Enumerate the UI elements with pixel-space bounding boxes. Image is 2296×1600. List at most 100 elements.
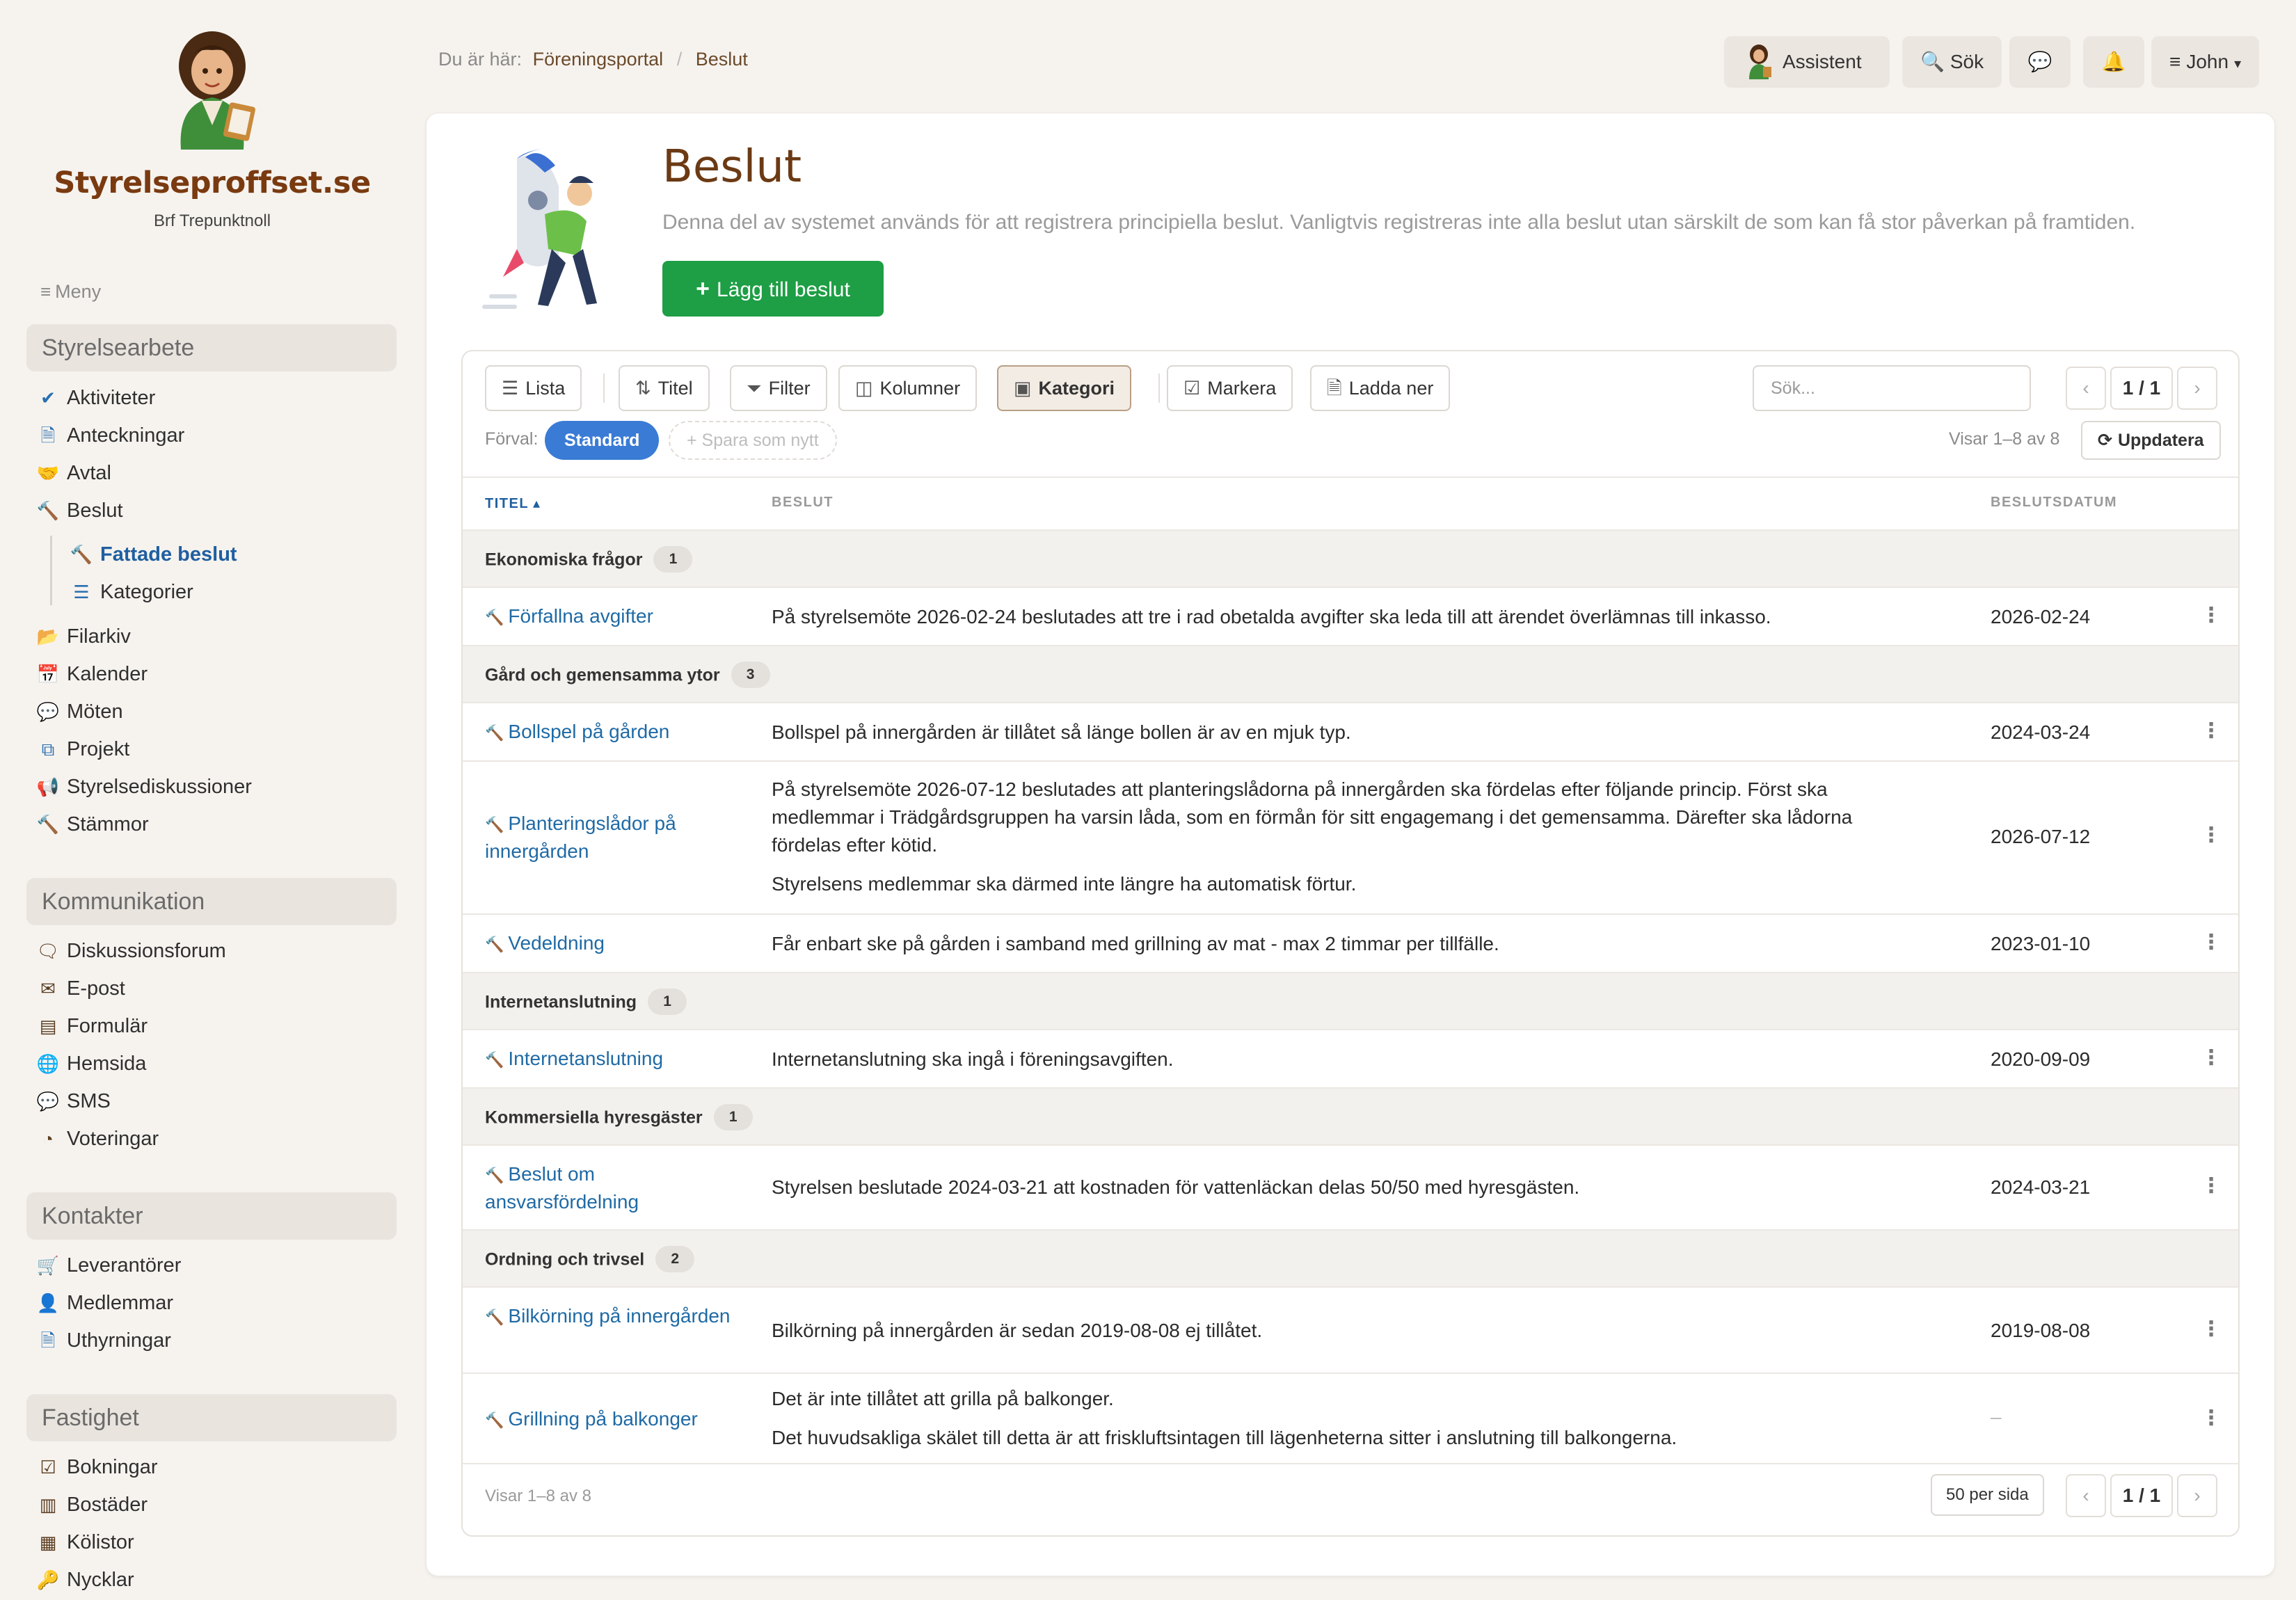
table-row[interactable]: 🔨 Bilkörning på innergården Bilkörning på… (463, 1288, 2238, 1374)
row-menu-icon[interactable]: ⋮ (2201, 603, 2222, 627)
brand-name[interactable]: Styrelseproffset.se (0, 166, 424, 200)
row-menu-icon[interactable]: ⋮ (2201, 1317, 2222, 1341)
group-row[interactable]: Gård och gemensamma ytor 3 (463, 646, 2238, 703)
table-row[interactable]: 🔨 Beslut om ansvarsfördelning Styrelsen b… (463, 1146, 2238, 1231)
row-decision: Får enbart ske på gården i samband med g… (772, 930, 1927, 958)
sidebar-item-aktiviteter[interactable]: ✔ Aktiviteter (36, 381, 155, 415)
section-kommunikation[interactable]: Kommunikation (26, 878, 397, 925)
row-title-link[interactable]: 🔨 Internetanslutning (485, 1046, 735, 1073)
section-styrelsearbete[interactable]: Styrelsearbete (26, 324, 397, 371)
gavel-icon: 🔨 (36, 814, 60, 835)
sidebar-item-uthyrningar[interactable]: 🗎 Uthyrningar (36, 1324, 171, 1357)
sidebar-item-projekt[interactable]: ⧉ Projekt (36, 733, 130, 766)
row-title-link[interactable]: 🔨 Grillning på balkonger (485, 1406, 735, 1434)
row-menu-icon[interactable]: ⋮ (2201, 1046, 2222, 1070)
sidebar-item-beslut[interactable]: 🔨 Beslut (36, 494, 123, 527)
comments-icon: 🗨 (36, 941, 60, 961)
user-name: John (2186, 51, 2229, 72)
sidebar-item-styrelsediskussioner[interactable]: 📢 Styrelsediskussioner (36, 770, 252, 803)
messages-button[interactable]: 💬 (2009, 36, 2071, 88)
toolbar-divider (1158, 374, 1160, 403)
sidebar-item-bokningar[interactable]: ☑ Bokningar (36, 1450, 157, 1484)
view-list-button[interactable]: ☰ Lista (485, 365, 582, 411)
row-title-link[interactable]: 🔨 Förfallna avgifter (485, 603, 735, 631)
group-row[interactable]: Kommersiella hyresgäster 1 (463, 1089, 2238, 1146)
save-preset-button[interactable]: + Spara som nytt (669, 421, 837, 460)
row-menu-icon[interactable]: ⋮ (2201, 930, 2222, 954)
next-page-button[interactable]: › (2177, 1474, 2217, 1517)
sidebar-item-diskussionsforum[interactable]: 🗨 Diskussionsforum (36, 934, 225, 968)
sidebar-item-kalender[interactable]: 📅 Kalender (36, 657, 148, 691)
group-row[interactable]: Ekonomiska frågor 1 (463, 531, 2238, 588)
column-header-titel[interactable]: TITEL ▴ (485, 495, 541, 512)
row-decision: Det är inte tillåtet att grilla på balko… (772, 1385, 1927, 1452)
page-indicator[interactable]: 1 / 1 (2110, 1474, 2173, 1517)
row-menu-icon[interactable]: ⋮ (2201, 1174, 2222, 1198)
prev-page-button[interactable]: ‹ (2066, 367, 2106, 410)
row-title-link[interactable]: 🔨 Planteringslådor på innergården (485, 810, 735, 865)
sidebar-item-formular[interactable]: ▤ Formulär (36, 1009, 148, 1043)
logo[interactable]: Styrelseproffset.se Brf Trepunktnoll (0, 28, 424, 231)
assistant-button[interactable]: Assistent (1724, 36, 1890, 88)
notifications-button[interactable]: 🔔 (2083, 36, 2144, 88)
sort-title-button[interactable]: ⇅ Titel (619, 365, 710, 411)
section-fastighet[interactable]: Fastighet (26, 1394, 397, 1441)
preset-standard[interactable]: Standard (545, 421, 660, 460)
sidebar-item-moten[interactable]: 💬 Möten (36, 695, 123, 728)
filter-button[interactable]: ⏷ Filter (730, 365, 827, 411)
sidebar-item-medlemmar[interactable]: 👤 Medlemmar (36, 1286, 173, 1320)
page-indicator[interactable]: 1 / 1 (2110, 367, 2173, 410)
sidebar-item-sms[interactable]: 💬 SMS (36, 1085, 111, 1118)
sidebar-item-filarkiv[interactable]: 📂 Filarkiv (36, 620, 131, 653)
sidebar-item-fattade-beslut[interactable]: 🔨 Fattade beslut (70, 538, 237, 571)
row-menu-icon[interactable]: ⋮ (2201, 1406, 2222, 1430)
row-title-link[interactable]: 🔨 Bollspel på gården (485, 719, 735, 746)
search-button[interactable]: 🔍 Sök (1902, 36, 2002, 88)
sidebar-item-e-post[interactable]: ✉ E-post (36, 972, 125, 1005)
pie-icon: ◔ (42, 1128, 54, 1149)
table-search-input[interactable]: Sök... (1753, 365, 2031, 411)
row-title-link[interactable]: 🔨 Beslut om ansvarsfördelning (485, 1161, 735, 1215)
sidebar-item-avtal[interactable]: 🤝 Avtal (36, 456, 111, 490)
sidebar-item-label: Nycklar (67, 1569, 134, 1591)
section-kontakter[interactable]: Kontakter (26, 1192, 397, 1240)
sidebar-item-label: Anteckningar (67, 424, 185, 447)
refresh-button[interactable]: ⟳ Uppdatera (2081, 421, 2221, 460)
breadcrumb-foreningsportal[interactable]: Föreningsportal (533, 49, 664, 70)
sidebar-item-bostader[interactable]: ▥ Bostäder (36, 1488, 148, 1521)
sidebar-item-stammor[interactable]: 🔨 Stämmor (36, 808, 149, 841)
table-row[interactable]: 🔨 Internetanslutning Internetanslutning s… (463, 1030, 2238, 1089)
sidebar-item-hemsida[interactable]: 🌐 Hemsida (36, 1047, 147, 1080)
group-row[interactable]: Ordning och trivsel 2 (463, 1231, 2238, 1288)
row-menu-icon[interactable]: ⋮ (2201, 719, 2222, 743)
table-row[interactable]: 🔨 Bollspel på gården Bollspel på innergår… (463, 703, 2238, 762)
next-page-button[interactable]: › (2177, 367, 2217, 410)
select-button[interactable]: ☑ Markera (1167, 365, 1293, 411)
table-row[interactable]: 🔨 Grillning på balkonger Det är inte till… (463, 1374, 2238, 1464)
menu-toggle[interactable]: ≡ Meny (40, 281, 101, 303)
sidebar-item-kolistor[interactable]: ▦ Kölistor (36, 1526, 134, 1559)
download-button[interactable]: 🗎 Ladda ner (1310, 365, 1451, 411)
sidebar-item-anteckningar[interactable]: 🗎 Anteckningar (36, 419, 185, 452)
prev-page-button[interactable]: ‹ (2066, 1474, 2106, 1517)
sidebar-item-kategorier[interactable]: ☰ Kategorier (70, 575, 193, 609)
row-menu-icon[interactable]: ⋮ (2201, 823, 2222, 847)
row-title-link[interactable]: 🔨 Bilkörning på innergården (485, 1303, 735, 1331)
per-page-select[interactable]: 50 per sida (1931, 1474, 2044, 1516)
table-row[interactable]: 🔨 Förfallna avgifter På styrelsemöte 2026… (463, 588, 2238, 646)
table-row[interactable]: 🔨 Planteringslådor på innergården På styr… (463, 762, 2238, 915)
group-category-button[interactable]: ▣ Kategori (997, 365, 1132, 411)
column-header-beslut[interactable]: BESLUT (772, 495, 834, 511)
row-title-link[interactable]: 🔨 Vedeldning (485, 930, 735, 958)
sidebar-item-voteringar[interactable]: ◔ Voteringar (36, 1122, 159, 1155)
user-menu-button[interactable]: ≡ John ▾ (2151, 36, 2260, 88)
group-row[interactable]: Internetanslutning 1 (463, 973, 2238, 1030)
breadcrumb-beslut[interactable]: Beslut (696, 49, 748, 70)
add-decision-button[interactable]: + Lägg till beslut (662, 261, 884, 317)
sidebar-item-nycklar[interactable]: 🔑 Nycklar (36, 1563, 134, 1597)
column-header-beslutsdatum[interactable]: BESLUTSDATUM (1991, 495, 2117, 511)
filter-label: Filter (768, 378, 811, 399)
sidebar-item-leverantorer[interactable]: 🛒 Leverantörer (36, 1249, 182, 1282)
columns-button[interactable]: ◫ Kolumner (838, 365, 978, 411)
table-row[interactable]: 🔨 Vedeldning Får enbart ske på gården i s… (463, 915, 2238, 973)
